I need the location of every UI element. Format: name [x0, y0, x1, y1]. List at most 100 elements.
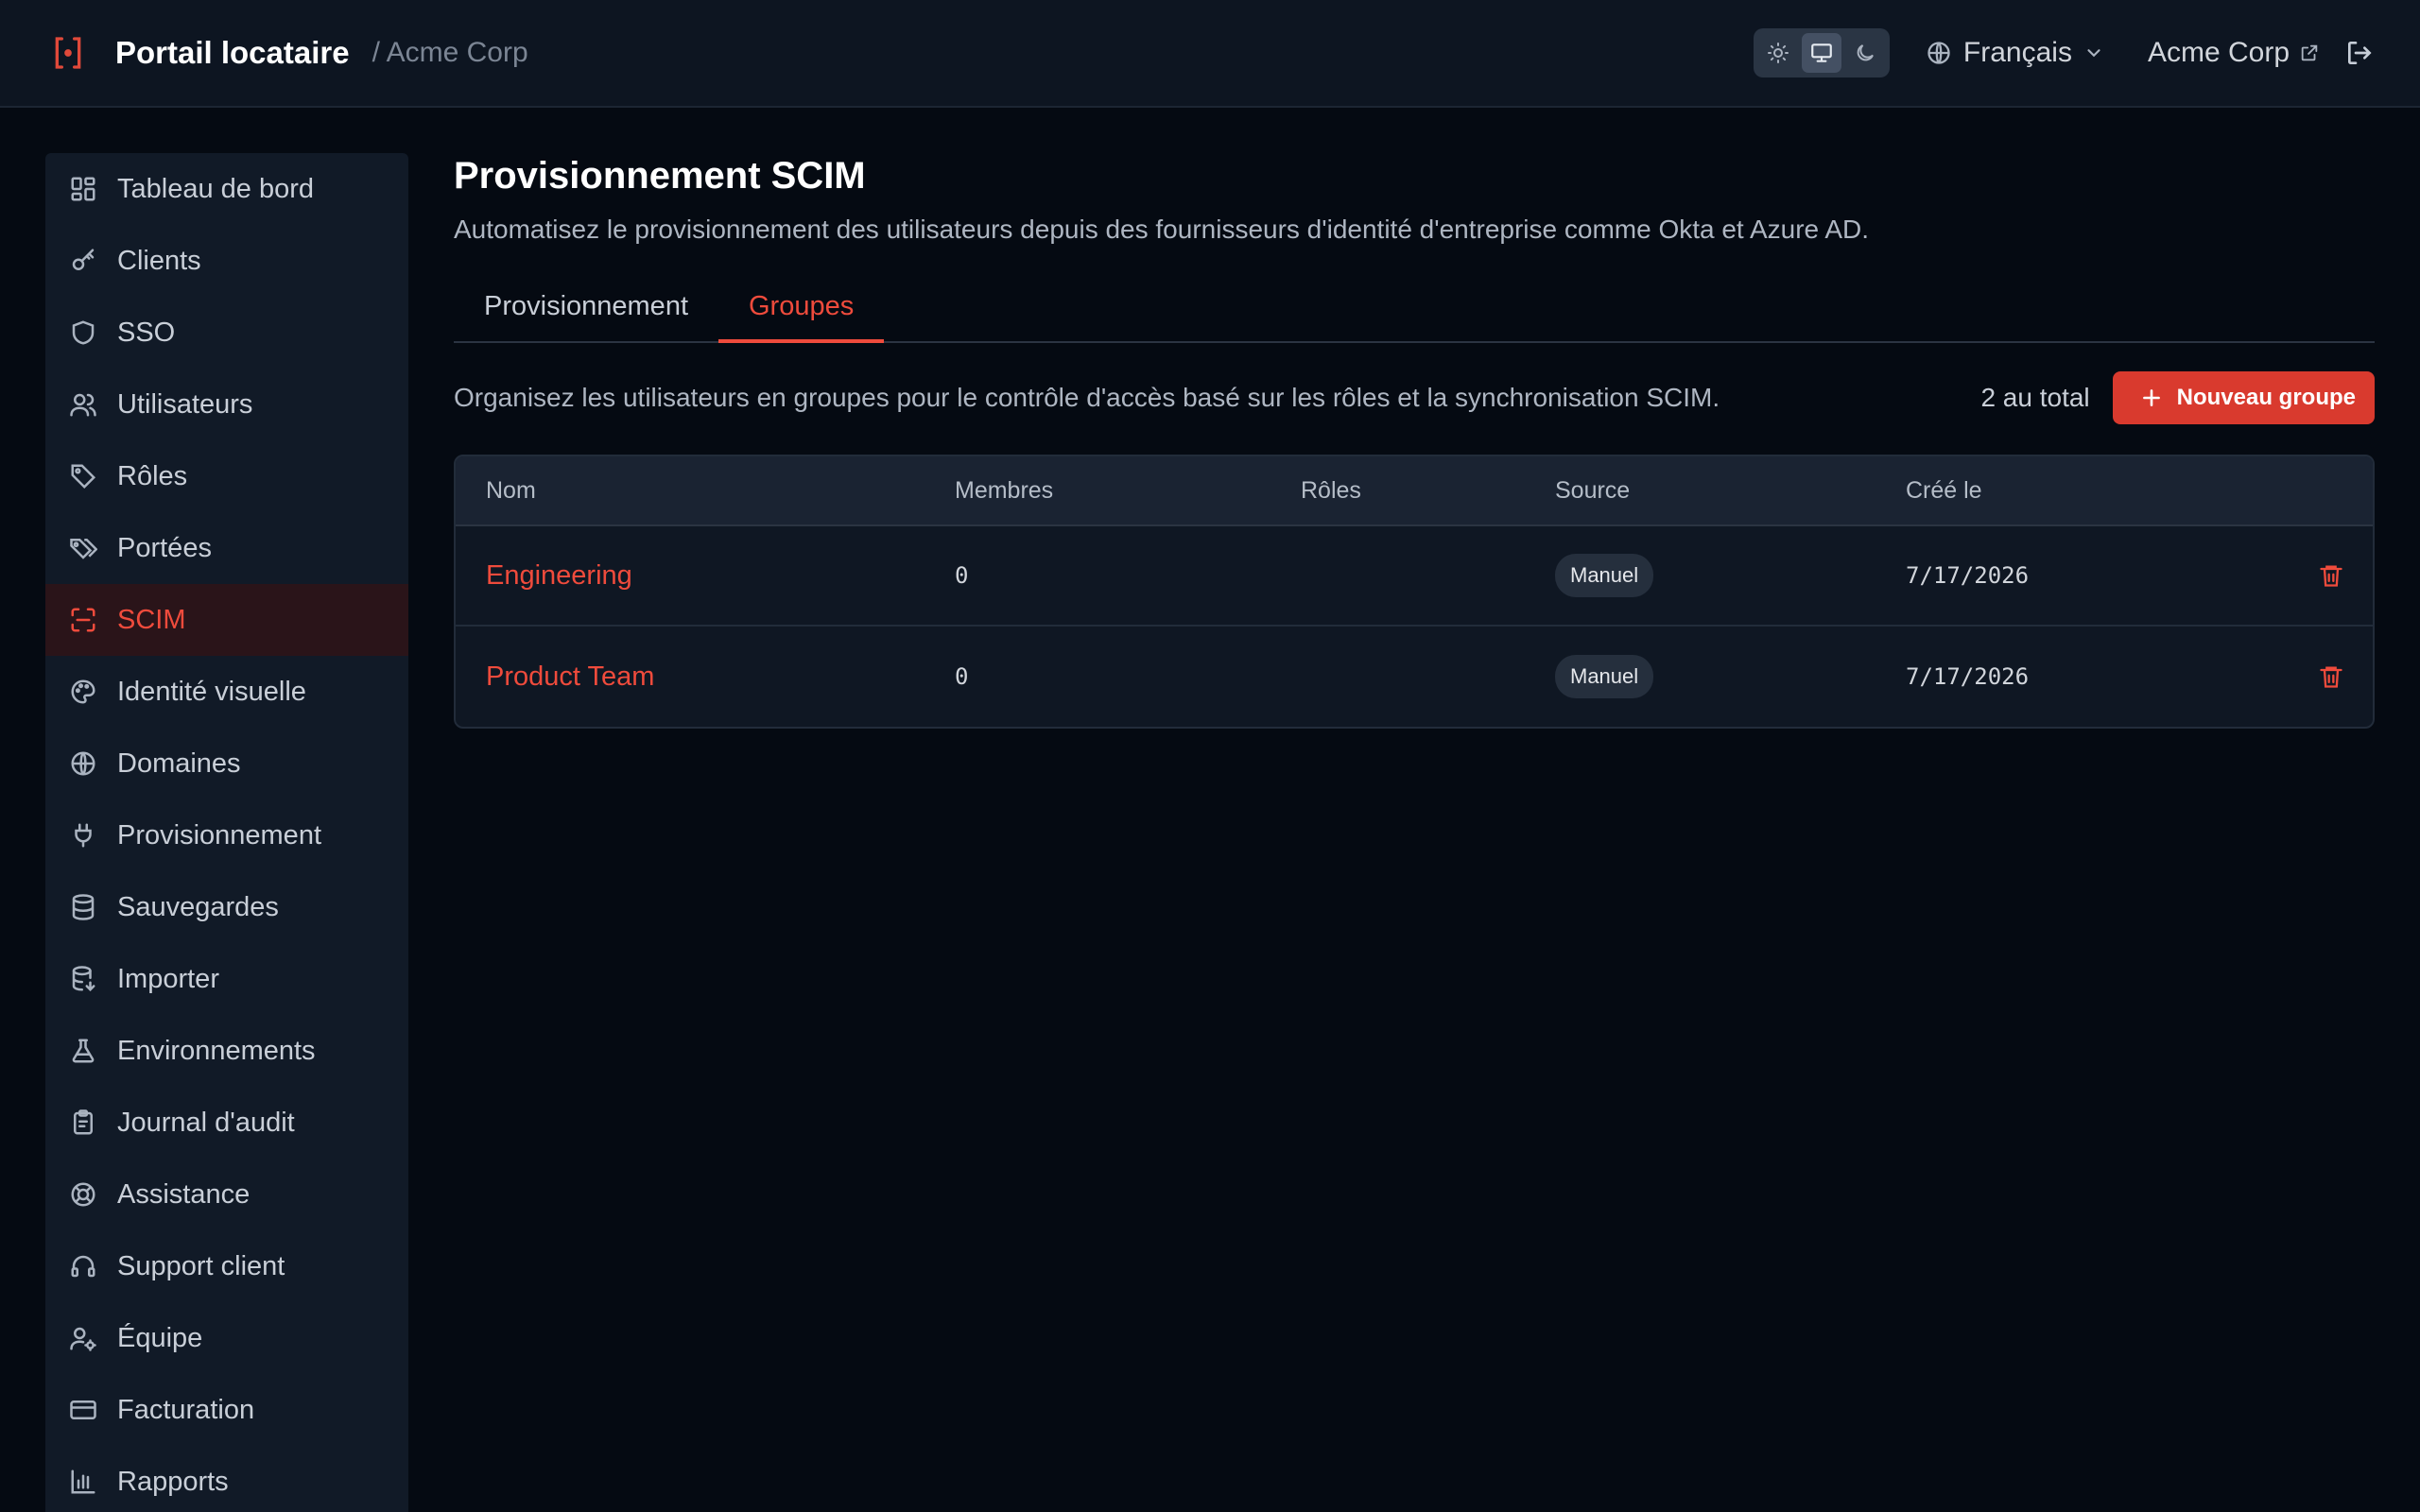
external-link-icon — [2299, 43, 2320, 63]
sidebar-item-label: Journal d'audit — [117, 1107, 295, 1138]
delete-group-button[interactable] — [2318, 562, 2344, 589]
brand-title[interactable]: Portail locataire — [115, 35, 350, 71]
globe-icon — [68, 748, 98, 779]
sidebar-item-domaines[interactable]: Domaines — [45, 728, 408, 799]
column-header-roles[interactable]: Rôles — [1301, 477, 1555, 505]
group-name-link[interactable]: Product Team — [486, 662, 654, 692]
shield-icon — [68, 318, 98, 348]
groups-total-count: 2 au total — [1980, 383, 2090, 412]
tab-groupes[interactable]: Groupes — [718, 271, 885, 343]
organization-link[interactable]: Acme Corp — [2148, 37, 2320, 69]
sidebar-item-support-client[interactable]: Support client — [45, 1230, 408, 1302]
sidebar-item-tableau-de-bord[interactable]: Tableau de bord — [45, 153, 408, 225]
tab-provisionnement[interactable]: Provisionnement — [454, 271, 718, 341]
language-label: Français — [1962, 37, 2072, 68]
breadcrumb: / Acme Corp — [372, 37, 528, 68]
sidebar-item-provisionnement[interactable]: Provisionnement — [45, 799, 408, 871]
sidebar-item-facturation[interactable]: Facturation — [45, 1374, 408, 1446]
new-group-button[interactable]: Nouveau groupe — [2112, 371, 2375, 424]
flask-icon — [68, 1036, 98, 1066]
main-content: Provisionnement SCIM Automatisez le prov… — [454, 153, 2375, 729]
globe-icon — [1926, 40, 1952, 66]
groups-description: Organisez les utilisateurs en groupes po… — [454, 383, 1720, 412]
page-subtitle: Automatisez le provisionnement des utili… — [454, 215, 1870, 244]
sidebar-item-label: Support client — [117, 1250, 285, 1281]
sidebar-item-label: Facturation — [117, 1394, 255, 1425]
table-header: Nom Membres Rôles Source Créé le — [456, 456, 2373, 526]
sidebar-item-label: Domaines — [117, 747, 241, 779]
created-date: 7/17/2026 — [1906, 562, 2030, 589]
sidebar-item-sauvegardes[interactable]: Sauvegardes — [45, 871, 408, 943]
delete-group-button[interactable] — [2318, 663, 2344, 690]
dashboard-icon — [68, 174, 98, 204]
page-title: Provisionnement SCIM — [454, 155, 866, 197]
sidebar-item-label: Tableau de bord — [117, 173, 314, 204]
sidebar-nav: Tableau de bord Clients SSO Utilisateurs… — [45, 153, 408, 1512]
headset-icon — [68, 1251, 98, 1281]
sidebar-item-assistance[interactable]: Assistance — [45, 1159, 408, 1230]
logout-button[interactable] — [2344, 38, 2375, 68]
sidebar-item-importer[interactable]: Importer — [45, 943, 408, 1015]
sidebar-item-equipe[interactable]: Équipe — [45, 1302, 408, 1374]
bar-chart-icon — [68, 1467, 98, 1497]
sidebar-item-label: Environnements — [117, 1035, 316, 1066]
column-header-created[interactable]: Créé le — [1906, 477, 2246, 505]
plus-icon — [2139, 386, 2164, 410]
group-name-link[interactable]: Engineering — [486, 560, 632, 591]
sidebar-item-portees[interactable]: Portées — [45, 512, 408, 584]
palette-icon — [68, 677, 98, 707]
monitor-icon — [1811, 43, 1832, 62]
created-date: 7/17/2026 — [1906, 663, 2030, 690]
sidebar-item-environnements[interactable]: Environnements — [45, 1015, 408, 1087]
sidebar-item-label: Importer — [117, 963, 219, 994]
sidebar-item-label: SCIM — [117, 604, 186, 635]
database-import-icon — [68, 964, 98, 994]
sidebar-item-journal-d-audit[interactable]: Journal d'audit — [45, 1087, 408, 1159]
sidebar-item-utilisateurs[interactable]: Utilisateurs — [45, 369, 408, 440]
sidebar-item-label: Clients — [117, 245, 201, 276]
members-count: 0 — [955, 663, 969, 690]
sidebar-item-sso[interactable]: SSO — [45, 297, 408, 369]
sidebar-item-scim[interactable]: SCIM — [45, 584, 408, 656]
source-badge: Manuel — [1555, 554, 1654, 597]
scan-icon — [68, 605, 98, 635]
groups-table: Nom Membres Rôles Source Créé le Enginee… — [454, 455, 2375, 729]
sidebar-item-label: Rôles — [117, 460, 188, 491]
new-group-label: Nouveau groupe — [2176, 385, 2356, 410]
sidebar-item-clients[interactable]: Clients — [45, 225, 408, 297]
organization-name: Acme Corp — [2147, 37, 2290, 68]
moon-icon — [1857, 44, 1874, 61]
tag-icon — [68, 461, 98, 491]
language-selector[interactable]: Français — [1926, 37, 2104, 69]
logout-icon — [2348, 42, 2372, 64]
sidebar-item-rapports[interactable]: Rapports — [45, 1446, 408, 1512]
key-icon — [68, 246, 98, 276]
credit-card-icon — [68, 1395, 98, 1425]
trash-icon — [2320, 666, 2342, 688]
users-icon — [68, 389, 98, 420]
table-row: Engineering 0 Manuel 7/17/2026 — [456, 526, 2373, 627]
sidebar-item-label: Assistance — [117, 1178, 251, 1210]
sidebar-item-label: Équipe — [117, 1322, 203, 1353]
dark-theme-button[interactable] — [1845, 33, 1885, 73]
chevron-down-icon — [2083, 43, 2104, 63]
theme-switcher — [1753, 28, 1890, 77]
column-header-members[interactable]: Membres — [955, 477, 1301, 505]
database-icon — [68, 892, 98, 922]
sidebar-item-roles[interactable]: Rôles — [45, 440, 408, 512]
clipboard-icon — [68, 1108, 98, 1138]
system-theme-button[interactable] — [1801, 33, 1841, 73]
user-cog-icon — [68, 1323, 98, 1353]
column-header-name[interactable]: Nom — [456, 477, 955, 505]
top-bar: Portail locataire / Acme Corp Français A… — [0, 0, 2420, 108]
lifebuoy-icon — [68, 1179, 98, 1210]
brand-logo-icon — [49, 34, 87, 72]
tags-icon — [68, 533, 98, 563]
plug-icon — [68, 820, 98, 850]
sidebar-item-label: SSO — [117, 317, 176, 348]
sidebar-item-label: Identité visuelle — [117, 676, 306, 707]
members-count: 0 — [955, 562, 969, 589]
light-theme-button[interactable] — [1758, 33, 1798, 73]
column-header-source[interactable]: Source — [1555, 477, 1906, 505]
sidebar-item-identite-visuelle[interactable]: Identité visuelle — [45, 656, 408, 728]
